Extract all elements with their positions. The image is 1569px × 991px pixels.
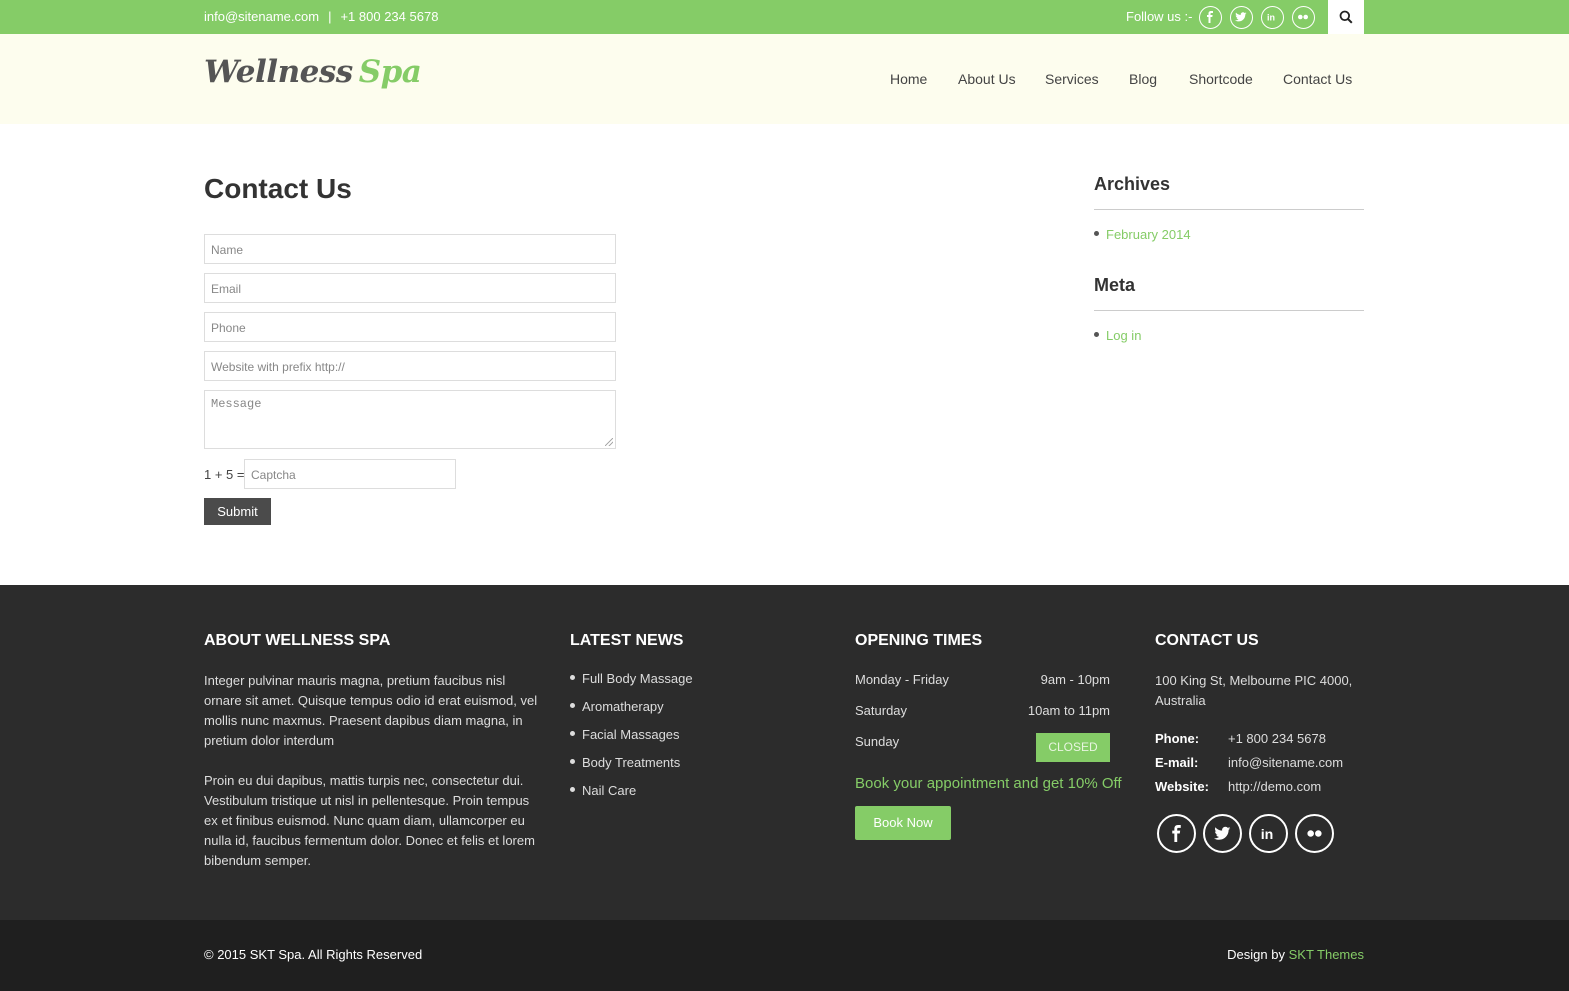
contact-email[interactable]: info@sitename.com	[1228, 755, 1343, 770]
contact-phone-label: Phone:	[1155, 731, 1200, 746]
svg-text:in: in	[1261, 827, 1274, 842]
meta-link-log-in[interactable]: Log in	[1094, 328, 1141, 343]
bullet-icon	[570, 703, 575, 709]
opening-hours: 9am - 10pm	[1040, 672, 1110, 687]
news-item-label: Nail Care	[582, 783, 637, 798]
design-prefix: Design by	[1227, 947, 1285, 962]
website-field[interactable]: Website with prefix http://	[204, 351, 616, 381]
meta-link-label: Log in	[1106, 328, 1142, 343]
meta-heading: Meta	[1094, 275, 1136, 295]
opening-day: Saturday	[855, 703, 908, 718]
news-item[interactable]: Body Treatments	[570, 755, 680, 770]
contact-website[interactable]: http://demo.com	[1228, 779, 1321, 794]
search-button[interactable]	[1328, 0, 1364, 34]
submit-button[interactable]: Submit	[204, 498, 271, 525]
news-item-label: Full Body Massage	[582, 671, 693, 686]
top-separator: |	[328, 9, 332, 24]
footer-about-heading: ABOUT WELLNESS SPA	[204, 632, 391, 649]
top-email[interactable]: info@sitename.com	[204, 9, 319, 24]
news-item[interactable]: Nail Care	[570, 783, 636, 798]
logo-word-wellness: Wellness	[204, 54, 353, 90]
nav-blog[interactable]: Blog	[1129, 71, 1157, 87]
svg-text:in: in	[1267, 13, 1275, 23]
name-field[interactable]: Name	[204, 234, 616, 264]
top-phone[interactable]: +1 800 234 5678	[340, 9, 438, 24]
nav-contact-us[interactable]: Contact Us	[1283, 71, 1352, 87]
design-credit: Design by SKT Themes	[1227, 947, 1364, 962]
news-item-label: Aromatherapy	[582, 699, 664, 714]
linkedin-icon[interactable]: in	[1261, 6, 1284, 29]
nav-home[interactable]: Home	[890, 71, 927, 87]
page-title: Contact Us	[204, 173, 352, 204]
meta-divider	[1094, 310, 1364, 311]
archive-link-label: February 2014	[1106, 227, 1191, 242]
opening-day: Monday - Friday	[855, 672, 949, 687]
contact-website-label: Website:	[1155, 779, 1209, 794]
twitter-icon[interactable]	[1203, 814, 1242, 853]
archives-heading: Archives	[1094, 174, 1171, 194]
captcha-field[interactable]: Captcha	[244, 459, 456, 489]
news-item-label: Body Treatments	[582, 755, 681, 770]
footer-contact-heading: CONTACT US	[1155, 632, 1259, 649]
nav-about-us[interactable]: About Us	[958, 71, 1016, 87]
facebook-icon[interactable]	[1157, 814, 1196, 853]
bullet-icon	[570, 731, 575, 737]
captcha-question: 1 + 5 =	[204, 467, 245, 482]
site-header: Wellness Spa Home About Us Services Blog …	[0, 34, 1569, 124]
bullet-icon	[1094, 332, 1099, 338]
message-placeholder: Message	[211, 397, 262, 411]
flickr-icon[interactable]	[1292, 6, 1315, 29]
follow-label: Follow us :-	[1126, 9, 1193, 24]
news-item[interactable]: Facial Massages	[570, 727, 680, 742]
contact-email-label: E-mail:	[1155, 755, 1199, 770]
contact-phone: +1 800 234 5678	[1228, 731, 1326, 746]
book-now-button[interactable]: Book Now	[855, 806, 951, 840]
contact-address-line-1: 100 King St, Melbourne PIC 4000,	[1155, 673, 1353, 688]
message-field[interactable]: Message	[204, 390, 616, 449]
bullet-icon	[570, 759, 575, 765]
footer-about-para-2: Proin eu dui dapibus, mattis turpis nec,…	[204, 773, 535, 868]
top-contact-info: info@sitename.com | +1 800 234 5678	[204, 9, 438, 24]
footer-news-heading: LATEST NEWS	[570, 632, 684, 649]
booking-promo: Book your appointment and get 10% Off	[855, 775, 1122, 792]
bullet-icon	[570, 787, 575, 793]
contact-address-line-2: Australia	[1155, 693, 1206, 708]
phone-field[interactable]: Phone	[204, 312, 616, 342]
site-logo[interactable]: Wellness Spa	[204, 54, 422, 90]
search-icon	[1339, 10, 1353, 24]
twitter-icon[interactable]	[1230, 6, 1253, 29]
linkedin-icon[interactable]: in	[1249, 814, 1288, 853]
bullet-icon	[570, 675, 575, 681]
closed-badge: CLOSED	[1036, 733, 1110, 762]
bullet-icon	[1094, 231, 1099, 237]
skt-themes-link[interactable]: SKT Themes	[1289, 947, 1364, 962]
archives-divider	[1094, 209, 1364, 210]
resize-handle-icon[interactable]	[605, 438, 613, 446]
logo-word-spa: Spa	[358, 54, 422, 90]
opening-hours: 10am to 11pm	[1027, 703, 1110, 718]
top-bar: info@sitename.com | +1 800 234 5678 Follow…	[0, 0, 1569, 34]
footer-opening-heading: OPENING TIMES	[855, 632, 983, 649]
email-field[interactable]: Email	[204, 273, 616, 303]
footer-about-para-1: Integer pulvinar mauris magna, pretium f…	[204, 673, 538, 748]
facebook-icon[interactable]	[1199, 6, 1222, 29]
opening-day: Sunday	[855, 734, 900, 749]
archive-link-february-2014[interactable]: February 2014	[1094, 227, 1191, 242]
copyright: © 2015 SKT Spa. All Rights Reserved	[204, 947, 423, 962]
news-item[interactable]: Full Body Massage	[570, 671, 693, 686]
news-item-label: Facial Massages	[582, 727, 680, 742]
nav-shortcode[interactable]: Shortcode	[1189, 71, 1253, 87]
nav-services[interactable]: Services	[1045, 71, 1099, 87]
flickr-icon[interactable]	[1295, 814, 1334, 853]
news-item[interactable]: Aromatherapy	[570, 699, 664, 714]
